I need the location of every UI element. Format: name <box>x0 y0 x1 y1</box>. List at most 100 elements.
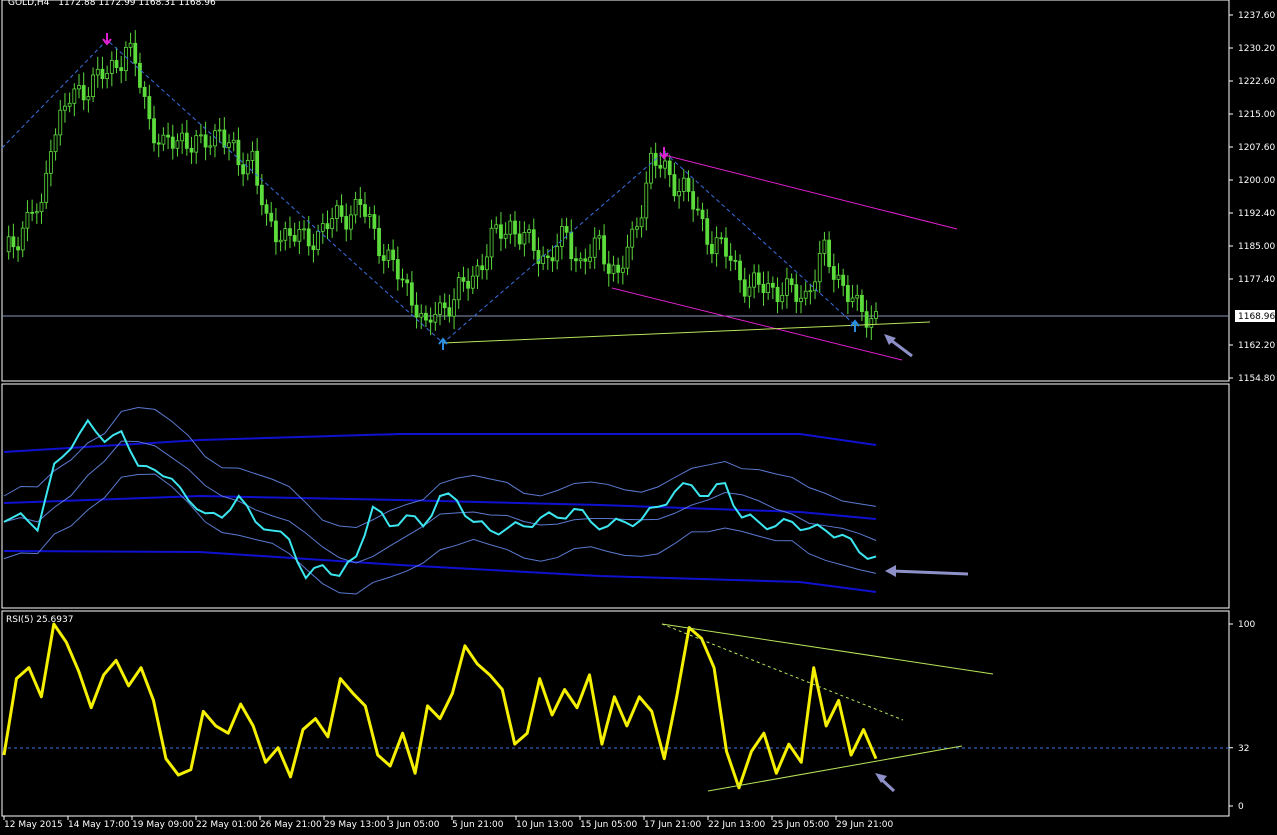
candle-body <box>20 227 25 251</box>
candle-body <box>81 85 86 101</box>
time-tick-label: 22 Jun 13:00 <box>708 820 765 830</box>
candle-body <box>574 258 578 262</box>
candle-body <box>442 302 447 309</box>
candle-body <box>531 229 536 251</box>
time-tick-label: 17 Jun 21:00 <box>644 820 701 830</box>
candle-body <box>269 212 274 222</box>
candle-body <box>681 177 686 192</box>
candle-body <box>105 72 110 79</box>
candle-body <box>250 150 255 161</box>
candle-body <box>391 249 396 260</box>
candle-body <box>11 236 16 248</box>
candle-body <box>367 214 372 217</box>
candle-body <box>58 109 63 136</box>
candle-body <box>283 228 288 241</box>
candle-body <box>288 228 292 236</box>
candle-body <box>227 142 231 148</box>
candle-body <box>860 294 864 313</box>
candle-body <box>602 235 606 265</box>
support-trendline[interactable] <box>442 321 931 344</box>
candle-body <box>25 211 30 229</box>
candle-body <box>231 139 236 144</box>
candle-body <box>794 284 799 302</box>
candle-body <box>649 152 653 184</box>
candle-body <box>109 60 114 74</box>
price-tick-label: 1215.00 <box>1238 110 1275 120</box>
candle-body <box>550 257 555 262</box>
candle-body <box>184 132 189 149</box>
candle-body <box>222 129 227 148</box>
candles-layer <box>6 30 878 340</box>
candle-body <box>128 42 133 48</box>
candle-body <box>344 216 349 230</box>
candle-body <box>822 239 827 254</box>
price-tick-label: 1162.20 <box>1238 341 1275 351</box>
candle-body <box>606 263 611 274</box>
candle-body <box>353 198 358 216</box>
candle-body <box>138 62 142 88</box>
candle-body <box>663 160 667 169</box>
candle-body <box>53 134 58 153</box>
candle-body <box>194 135 199 153</box>
time-tick-label: 29 Jun 21:00 <box>836 820 893 830</box>
time-tick-label: 22 May 01:00 <box>196 820 258 830</box>
candle-body <box>381 255 386 261</box>
candle-body <box>100 68 105 79</box>
candle-body <box>555 245 560 262</box>
candle-body <box>672 174 677 197</box>
candle-body <box>700 209 705 220</box>
candle-body <box>133 42 138 64</box>
candle-body <box>522 232 527 245</box>
candle-body <box>358 198 363 205</box>
candle-body <box>377 228 381 257</box>
candle-body <box>461 277 466 282</box>
candle-body <box>616 264 621 273</box>
candle-body <box>569 231 574 260</box>
candle-body <box>34 211 39 214</box>
rsi-axis: 100 32 0 <box>1229 620 1255 812</box>
current-price-label: 1168.96 <box>1238 312 1275 322</box>
rsi-dashed-trendline[interactable] <box>661 623 904 721</box>
candle-body <box>39 201 44 213</box>
candle-body <box>742 279 747 297</box>
candle-body <box>536 250 541 264</box>
time-axis: 12 May 2015 14 May 17:00 19 May 09:00 22 Ma… <box>3 816 893 830</box>
candle-body <box>724 237 728 257</box>
candle-body <box>611 264 616 274</box>
candle-body <box>297 228 302 242</box>
symbol-header: GOLD,H4 1172.88 1172.99 1168.31 1168.96 <box>8 0 216 8</box>
candle-body <box>480 265 485 271</box>
candle-body <box>264 204 269 214</box>
candle-body <box>456 277 461 301</box>
candle-body <box>508 220 513 235</box>
candle-body <box>386 249 391 261</box>
price-axis: 1237.60 1230.20 1222.60 1215.00 1207.60 1200.… <box>1229 11 1275 384</box>
candle-body <box>372 214 377 229</box>
candle-body <box>752 272 757 288</box>
candle-body <box>428 319 433 323</box>
candle-body <box>114 60 119 68</box>
rsi-resistance-trendline[interactable] <box>661 623 994 675</box>
candle-body <box>527 229 531 233</box>
candle-body <box>841 274 846 286</box>
zigzag-line <box>1 39 856 344</box>
candle-body <box>180 132 185 142</box>
candle-body <box>438 302 442 315</box>
candle-body <box>119 67 124 72</box>
candle-body <box>484 256 489 271</box>
candle-body <box>855 294 860 299</box>
candle-body <box>770 282 775 288</box>
candle-body <box>152 118 156 144</box>
candle-body <box>72 88 77 104</box>
candle-body <box>714 237 719 255</box>
candle-body <box>166 134 170 138</box>
candle-body <box>780 295 785 303</box>
candle-body <box>311 245 316 251</box>
candle-body <box>545 255 550 259</box>
time-tick-label: 5 Jun 21:00 <box>452 820 504 830</box>
trading-chart[interactable]: GOLD,H4 1172.88 1172.99 1168.31 1168.96 … <box>0 0 1277 835</box>
thin-band-lower <box>3 473 877 595</box>
candle-body <box>395 259 400 280</box>
candle-body <box>470 275 475 289</box>
rsi-line <box>2 622 878 790</box>
